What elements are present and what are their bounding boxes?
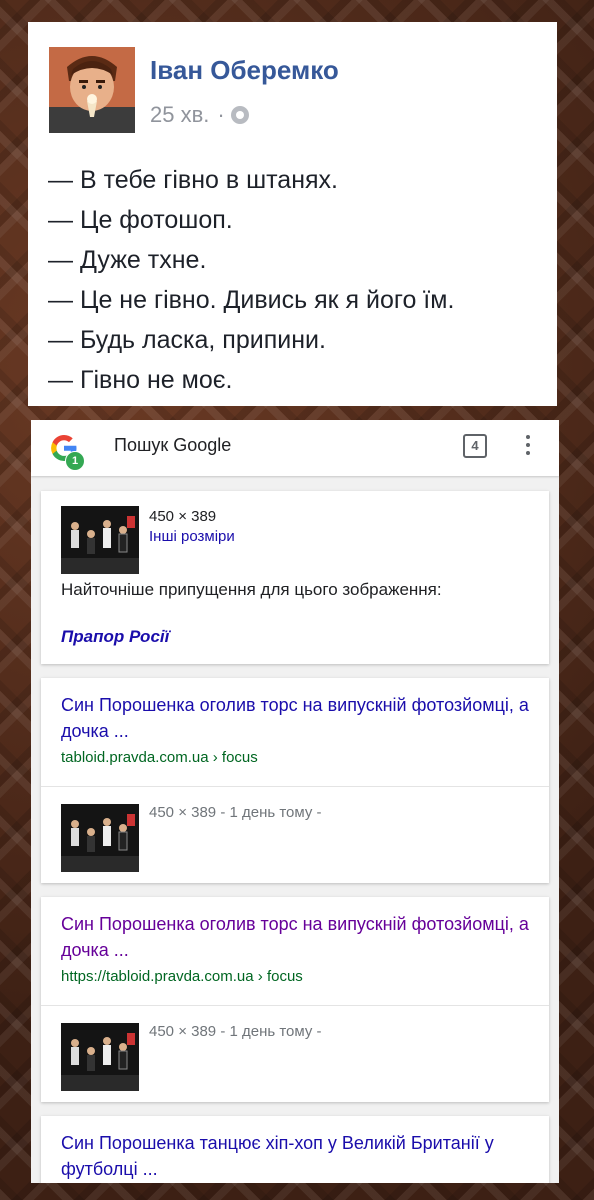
divider — [41, 786, 549, 787]
google-header: 1 Пошук Google 4 — [31, 420, 559, 476]
other-sizes-link[interactable]: Інші розміри — [149, 528, 235, 545]
facebook-post-card: Іван Оберемко 25 хв. · — В тебе гівно в … — [28, 22, 557, 406]
post-meta: 25 хв. · — [150, 102, 249, 128]
globe-icon — [230, 106, 249, 124]
result-meta: 450 × 389 - 1 день тому - — [149, 804, 322, 821]
image-dimensions: 450 × 389 — [149, 508, 217, 525]
post-time[interactable]: 25 хв. — [150, 102, 209, 128]
result-title-link[interactable]: Син Порошенка оголив торс на випускній ф… — [61, 911, 531, 963]
result-url[interactable]: https://tabloid.pravda.com.ua › focus — [61, 968, 303, 985]
divider — [41, 1005, 549, 1006]
post-line: — Це фотошоп. — [48, 206, 233, 234]
post-line: — В тебе гівно в штанях. — [48, 166, 339, 194]
best-guess-label: Найточніше припущення для цього зображен… — [61, 580, 442, 599]
google-search-screenshot: 1 Пошук Google 4 450 × 389 Інші розміри … — [31, 420, 559, 1183]
search-result-card: Син Порошенка оголив торс на випускній ф… — [41, 678, 549, 883]
post-line: — Дуже тхне. — [48, 246, 207, 274]
result-title-link[interactable]: Син Порошенка оголив торс на випускній ф… — [61, 692, 531, 744]
author-name[interactable]: Іван Оберемко — [150, 55, 339, 86]
post-line: — Гівно не моє. — [48, 366, 233, 394]
result-url[interactable]: tabloid.pravda.com.ua › focus — [61, 749, 258, 766]
search-result-card: Син Порошенка танцює хіп-хоп у Великій Б… — [41, 1116, 549, 1183]
result-meta: 450 × 389 - 1 день тому - — [149, 1023, 322, 1040]
result-thumbnail[interactable] — [61, 1023, 139, 1091]
tabs-count-button[interactable]: 4 — [463, 434, 487, 458]
post-line: — Це не гівно. Дивись як я його їм. — [48, 286, 455, 314]
image-info-card: 450 × 389 Інші розміри Найточніше припущ… — [41, 491, 549, 664]
meta-separator: · — [217, 102, 225, 127]
post-line: — Будь ласка, припини. — [48, 326, 326, 354]
result-title-link[interactable]: Син Порошенка танцює хіп-хоп у Великій Б… — [61, 1130, 531, 1182]
more-vert-icon[interactable] — [521, 432, 535, 462]
post-text: — В тебе гівно в штанях. — Це фотошоп. —… — [48, 160, 548, 400]
best-guess-link[interactable]: Прапор Росії — [61, 627, 169, 647]
search-result-card: Син Порошенка оголив торс на випускній ф… — [41, 897, 549, 1102]
author-avatar[interactable] — [49, 47, 135, 133]
result-thumbnail[interactable] — [61, 804, 139, 872]
notification-badge: 1 — [65, 451, 85, 471]
result-thumbnail[interactable] — [61, 506, 139, 574]
search-title: Пошук Google — [114, 435, 232, 455]
